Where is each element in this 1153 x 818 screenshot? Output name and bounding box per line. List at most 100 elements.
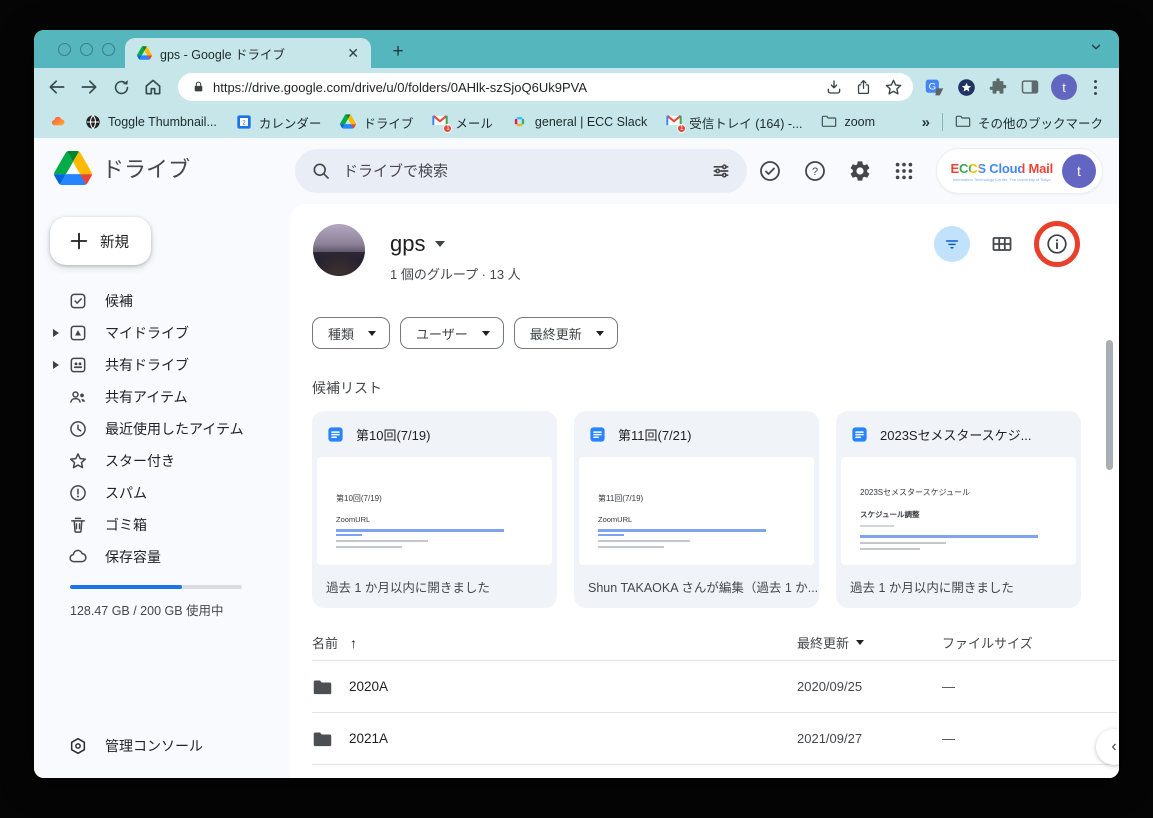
help-icon[interactable]: ? bbox=[803, 159, 827, 183]
extension-badge-icon[interactable] bbox=[955, 76, 977, 98]
star-icon bbox=[68, 451, 88, 471]
install-icon[interactable] bbox=[825, 78, 843, 96]
sidebar-item-my-drive[interactable]: マイドライブ bbox=[34, 317, 278, 349]
scrollbar-thumb[interactable] bbox=[1106, 340, 1113, 470]
bookmark-zoom-folder[interactable]: zoom bbox=[821, 114, 875, 130]
bookmarks-divider bbox=[942, 113, 943, 131]
title-dropdown-icon[interactable] bbox=[435, 241, 445, 247]
side-panel-icon[interactable] bbox=[1019, 76, 1041, 98]
file-card[interactable]: 2023Sセメスタースケジ... 2023Sセメスタースケジュール スケジュール… bbox=[836, 411, 1081, 608]
doc-icon bbox=[588, 425, 607, 444]
search-input[interactable] bbox=[343, 163, 699, 180]
bookmark-slack[interactable]: general | ECC Slack bbox=[512, 114, 647, 130]
plus-icon bbox=[68, 230, 90, 252]
drive-header: ドライブ ? ECCS Cloud Mail Information Techn… bbox=[34, 138, 1119, 204]
settings-gear-icon[interactable] bbox=[848, 159, 872, 183]
column-header-size[interactable]: ファイルサイズ bbox=[942, 633, 1117, 652]
grid-view-icon[interactable] bbox=[990, 232, 1014, 256]
minimize-window-button[interactable] bbox=[80, 43, 93, 56]
sort-dropdown-icon[interactable] bbox=[856, 640, 864, 645]
column-header-modified[interactable]: 最終更新 bbox=[797, 633, 849, 652]
reload-icon[interactable] bbox=[110, 76, 132, 98]
file-card[interactable]: 第11回(7/21) 第11回(7/19) ZoomURL Shun TAKAO… bbox=[574, 411, 819, 608]
annotation-red-circle bbox=[1034, 221, 1080, 267]
doc-preview: 2023Sセメスタースケジュール スケジュール調整 bbox=[841, 457, 1076, 565]
account-pill[interactable]: ECCS Cloud Mail Information Technology C… bbox=[936, 148, 1103, 194]
svg-text:G: G bbox=[928, 81, 935, 92]
sidebar-item-storage[interactable]: 保存容量 bbox=[34, 541, 278, 573]
storage-progress-bar bbox=[70, 585, 242, 589]
bookmark-toggle-thumbnail[interactable]: Toggle Thumbnail... bbox=[85, 114, 217, 130]
filter-chip-type[interactable]: 種類 bbox=[312, 317, 390, 349]
account-avatar[interactable]: t bbox=[1062, 154, 1096, 188]
filter-chip-modified[interactable]: 最終更新 bbox=[514, 317, 618, 349]
sidebar-item-suggestions[interactable]: 候補 bbox=[34, 285, 278, 317]
drive-wordmark: ドライブ bbox=[102, 152, 190, 184]
filter-chip-people[interactable]: ユーザー bbox=[400, 317, 504, 349]
back-icon[interactable] bbox=[46, 76, 68, 98]
titlebar: gps - Google ドライブ ✕ + bbox=[34, 30, 1119, 68]
sidebar-item-trash[interactable]: ゴミ箱 bbox=[34, 509, 278, 541]
bookmark-star-icon[interactable] bbox=[884, 78, 903, 97]
eccs-logo: ECCS Cloud Mail Information Technology C… bbox=[951, 161, 1053, 182]
extensions-puzzle-icon[interactable] bbox=[987, 76, 1009, 98]
sidebar-item-spam[interactable]: スパム bbox=[34, 477, 278, 509]
offline-status-icon[interactable] bbox=[758, 159, 782, 183]
expand-arrow-icon[interactable] bbox=[53, 361, 59, 369]
expand-arrow-icon[interactable] bbox=[53, 329, 59, 337]
group-subtitle: 1 個のグループ · 13 人 bbox=[390, 264, 521, 283]
share-icon[interactable] bbox=[855, 78, 872, 96]
bookmarks-overflow-icon[interactable]: » bbox=[922, 114, 930, 131]
sidebar-item-admin-console[interactable]: 管理コンソール bbox=[34, 730, 203, 762]
search-icon bbox=[311, 161, 331, 181]
card-footer: 過去 1 か月以内に開きました bbox=[836, 565, 1081, 608]
bookmark-cloud[interactable] bbox=[50, 114, 66, 130]
folder-icon bbox=[312, 730, 333, 748]
chrome-menu-icon[interactable] bbox=[1087, 80, 1103, 95]
chevron-down-icon bbox=[368, 331, 376, 336]
gmail-icon: 1 bbox=[432, 114, 448, 130]
file-card[interactable]: 第10回(7/19) 第10回(7/19) ZoomURL 過去 1 か月以内に… bbox=[312, 411, 557, 608]
close-window-button[interactable] bbox=[58, 43, 71, 56]
browser-tab[interactable]: gps - Google ドライブ ✕ bbox=[125, 38, 371, 68]
apps-grid-icon[interactable] bbox=[893, 160, 915, 182]
funnel-icon bbox=[943, 235, 961, 253]
chevron-down-icon bbox=[482, 331, 490, 336]
bookmark-drive[interactable]: ドライブ bbox=[340, 113, 413, 132]
sort-ascending-icon[interactable]: ↑ bbox=[350, 635, 357, 651]
forward-icon[interactable] bbox=[78, 76, 100, 98]
filter-active-button[interactable] bbox=[934, 226, 970, 262]
drive-icon bbox=[340, 114, 356, 130]
search-options-icon[interactable] bbox=[711, 161, 731, 181]
table-row[interactable]: 2020A 2020/09/25 — bbox=[312, 661, 1117, 713]
tab-close-icon[interactable]: ✕ bbox=[345, 45, 361, 62]
bookmark-inbox[interactable]: 1 受信トレイ (164) -... bbox=[666, 113, 802, 132]
new-tab-button[interactable]: + bbox=[384, 39, 412, 65]
browser-profile-avatar[interactable]: t bbox=[1051, 74, 1077, 100]
bookmark-calendar[interactable]: 2 カレンダー bbox=[236, 113, 322, 132]
people-icon bbox=[68, 387, 88, 407]
tab-search-chevron-icon[interactable] bbox=[1089, 40, 1103, 54]
shared-drive-icon bbox=[68, 355, 88, 375]
drive-search-bar[interactable] bbox=[295, 149, 747, 193]
sidebar-item-shared-drives[interactable]: 共有ドライブ bbox=[34, 349, 278, 381]
page-title: gps bbox=[390, 231, 425, 257]
new-button[interactable]: 新規 bbox=[50, 217, 151, 265]
folder-icon bbox=[821, 114, 837, 130]
sidebar-item-starred[interactable]: スター付き bbox=[34, 445, 278, 477]
drive-logo[interactable]: ドライブ bbox=[54, 151, 190, 185]
zoom-window-button[interactable] bbox=[102, 43, 115, 56]
home-icon[interactable] bbox=[142, 76, 164, 98]
sidebar-item-shared-with-me[interactable]: 共有アイテム bbox=[34, 381, 278, 413]
drive-favicon bbox=[137, 46, 152, 60]
group-avatar[interactable] bbox=[313, 224, 365, 276]
info-icon[interactable] bbox=[1045, 232, 1069, 256]
other-bookmarks[interactable]: その他のブックマーク bbox=[955, 113, 1103, 132]
bookmarks-bar: Toggle Thumbnail... 2 カレンダー ドライブ 1 メール bbox=[34, 106, 1119, 138]
column-header-name[interactable]: 名前 bbox=[312, 633, 338, 652]
address-bar[interactable]: https://drive.google.com/drive/u/0/folde… bbox=[178, 73, 913, 101]
table-row[interactable]: 2021A 2021/09/27 — bbox=[312, 713, 1117, 765]
bookmark-mail[interactable]: 1 メール bbox=[432, 113, 493, 132]
sidebar-item-recent[interactable]: 最近使用したアイテム bbox=[34, 413, 278, 445]
translate-icon[interactable]: G bbox=[923, 76, 945, 98]
